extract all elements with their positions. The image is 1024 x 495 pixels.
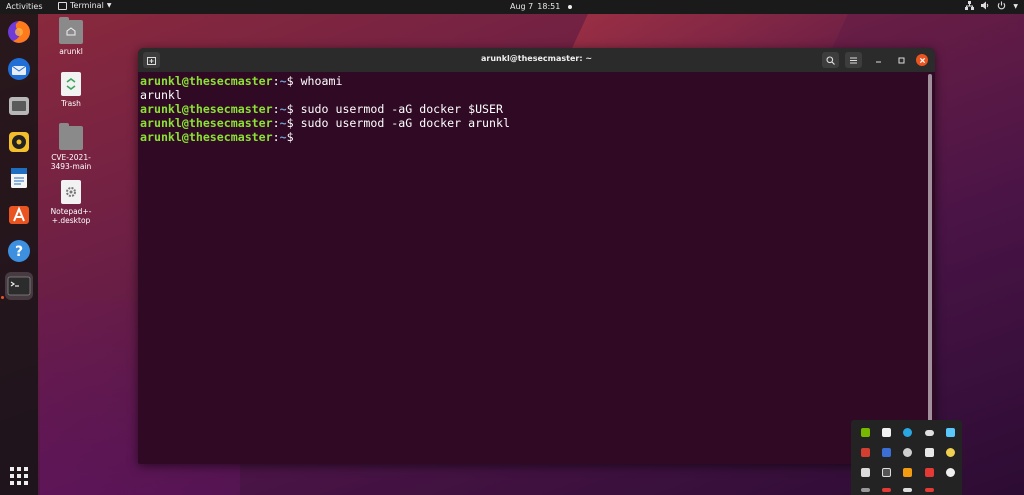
tray-app-icon[interactable] [925, 488, 934, 492]
network-icon[interactable] [965, 1, 975, 13]
prompt-symbol: $ [286, 74, 301, 88]
tray-app-icon[interactable] [903, 468, 912, 477]
prompt-path: ~ [279, 116, 287, 130]
search-button[interactable] [822, 52, 839, 68]
tray-app-icon[interactable] [861, 468, 870, 477]
tray-app-icon[interactable] [946, 468, 955, 477]
system-tray[interactable]: ▼ [965, 1, 1018, 13]
chevron-down-icon: ▼ [106, 2, 112, 9]
terminal-window[interactable]: arunkl@thesecmaster: ~ arunkl@thesecmast… [138, 48, 935, 464]
tray-app-icon[interactable] [882, 448, 891, 457]
prompt-path: ~ [279, 74, 287, 88]
tray-app-icon[interactable] [882, 428, 891, 437]
prompt-path: ~ [279, 130, 287, 144]
prompt-symbol: $ [286, 130, 301, 144]
power-icon[interactable] [997, 1, 1006, 13]
thunderbird-icon[interactable] [5, 55, 33, 83]
prompt-symbol: $ [286, 102, 301, 116]
tray-app-icon[interactable] [903, 448, 912, 457]
files-icon[interactable] [5, 92, 33, 120]
desktop-icon-notepad[interactable]: Notepad+-+.desktop [38, 180, 104, 225]
svg-text:?: ? [15, 244, 23, 260]
prompt-separator: : [272, 74, 280, 88]
prompt-separator: : [272, 102, 280, 116]
close-icon [919, 57, 925, 63]
prompt-symbol: $ [286, 116, 301, 130]
activities-button[interactable]: Activities [6, 2, 43, 11]
tray-app-icon[interactable] [903, 428, 912, 437]
clock[interactable]: Aug 7 18:51 [510, 2, 573, 11]
notification-dot-icon [568, 4, 573, 9]
desktop-icon-label: arunkl [59, 47, 83, 56]
chevron-down-icon[interactable]: ▼ [1013, 1, 1018, 13]
command-text: whoami [300, 74, 343, 88]
clock-date: Aug 7 [510, 2, 534, 11]
terminal-line: arunkl@thesecmaster:~$ [140, 130, 926, 144]
tray-app-icon[interactable] [946, 448, 955, 457]
terminal-line: arunkl@thesecmaster:~$ sudo usermod -aG … [140, 116, 926, 130]
tray-app-icon[interactable] [925, 468, 934, 477]
terminal-line: arunkl [140, 88, 926, 102]
desktop-icon-home[interactable]: arunkl [38, 17, 104, 56]
software-icon[interactable] [5, 200, 33, 228]
terminal-icon[interactable] [5, 272, 33, 300]
minimize-button[interactable] [872, 54, 884, 66]
rhythmbox-icon[interactable] [5, 128, 33, 156]
tray-app-icon[interactable] [903, 488, 912, 492]
terminal-output[interactable]: arunkl@thesecmaster:~$ whoami arunkl aru… [140, 74, 926, 144]
trash-icon [61, 72, 81, 96]
desktop-icon-label: Notepad+-+.desktop [50, 207, 92, 225]
top-bar: Activities Terminal ▼ Aug 7 18:51 ▼ [0, 0, 1024, 14]
terminal-app-icon [58, 1, 67, 10]
prompt-user: arunkl@thesecmaster [140, 130, 273, 144]
maximize-icon [898, 57, 904, 63]
firefox-icon[interactable] [5, 18, 33, 46]
desktop-icon-label: Trash [61, 99, 81, 108]
clock-time: 18:51 [537, 2, 561, 11]
running-indicator [1, 296, 4, 299]
prompt-separator: : [272, 130, 280, 144]
tray-app-icon[interactable] [925, 448, 934, 457]
help-icon[interactable]: ? [5, 237, 33, 265]
prompt-separator: : [272, 116, 280, 130]
dock: ? [0, 14, 38, 495]
window-title: arunkl@thesecmaster: ~ [480, 54, 593, 63]
terminal-line: arunkl@thesecmaster:~$ whoami [140, 74, 926, 88]
app-menu-label: Terminal [70, 1, 104, 10]
search-icon [826, 55, 835, 65]
prompt-user: arunkl@thesecmaster [140, 102, 273, 116]
terminal-scrollbar[interactable] [928, 74, 932, 460]
prompt-path: ~ [279, 102, 287, 116]
output-text: arunkl [140, 88, 182, 102]
hamburger-menu-icon [850, 57, 857, 63]
desktop-icon-cve-folder[interactable]: CVE-2021-3493-main [38, 123, 104, 171]
folder-icon [59, 123, 83, 150]
terminal-line: arunkl@thesecmaster:~$ sudo usermod -aG … [140, 102, 926, 116]
tray-app-icon[interactable] [882, 488, 891, 492]
tray-app-icon[interactable] [861, 448, 870, 457]
tray-app-icon[interactable] [882, 468, 891, 477]
gear-icon [61, 180, 81, 204]
home-folder-icon [59, 17, 83, 44]
show-applications-icon[interactable] [5, 462, 33, 490]
desktop-icon-label: CVE-2021-3493-main [50, 153, 92, 171]
command-text: sudo usermod -aG docker $USER [300, 102, 503, 116]
close-button[interactable] [916, 54, 928, 66]
app-menu[interactable]: Terminal ▼ [58, 1, 111, 10]
volume-icon[interactable] [981, 1, 990, 13]
menu-button[interactable] [845, 52, 862, 68]
writer-icon[interactable] [5, 164, 33, 192]
prompt-user: arunkl@thesecmaster [140, 74, 273, 88]
tray-app-icon[interactable] [861, 488, 870, 492]
minimize-icon [875, 61, 881, 62]
terminal-header-bar[interactable]: arunkl@thesecmaster: ~ [138, 48, 935, 72]
tray-icons-popup [851, 420, 962, 495]
command-text: sudo usermod -aG docker arunkl [300, 116, 510, 130]
maximize-button[interactable] [895, 54, 907, 66]
tray-app-icon[interactable] [946, 428, 955, 437]
nvidia-icon[interactable] [861, 428, 870, 437]
desktop-icon-trash[interactable]: Trash [38, 72, 104, 108]
prompt-user: arunkl@thesecmaster [140, 116, 273, 130]
cloud-icon[interactable] [925, 430, 934, 436]
